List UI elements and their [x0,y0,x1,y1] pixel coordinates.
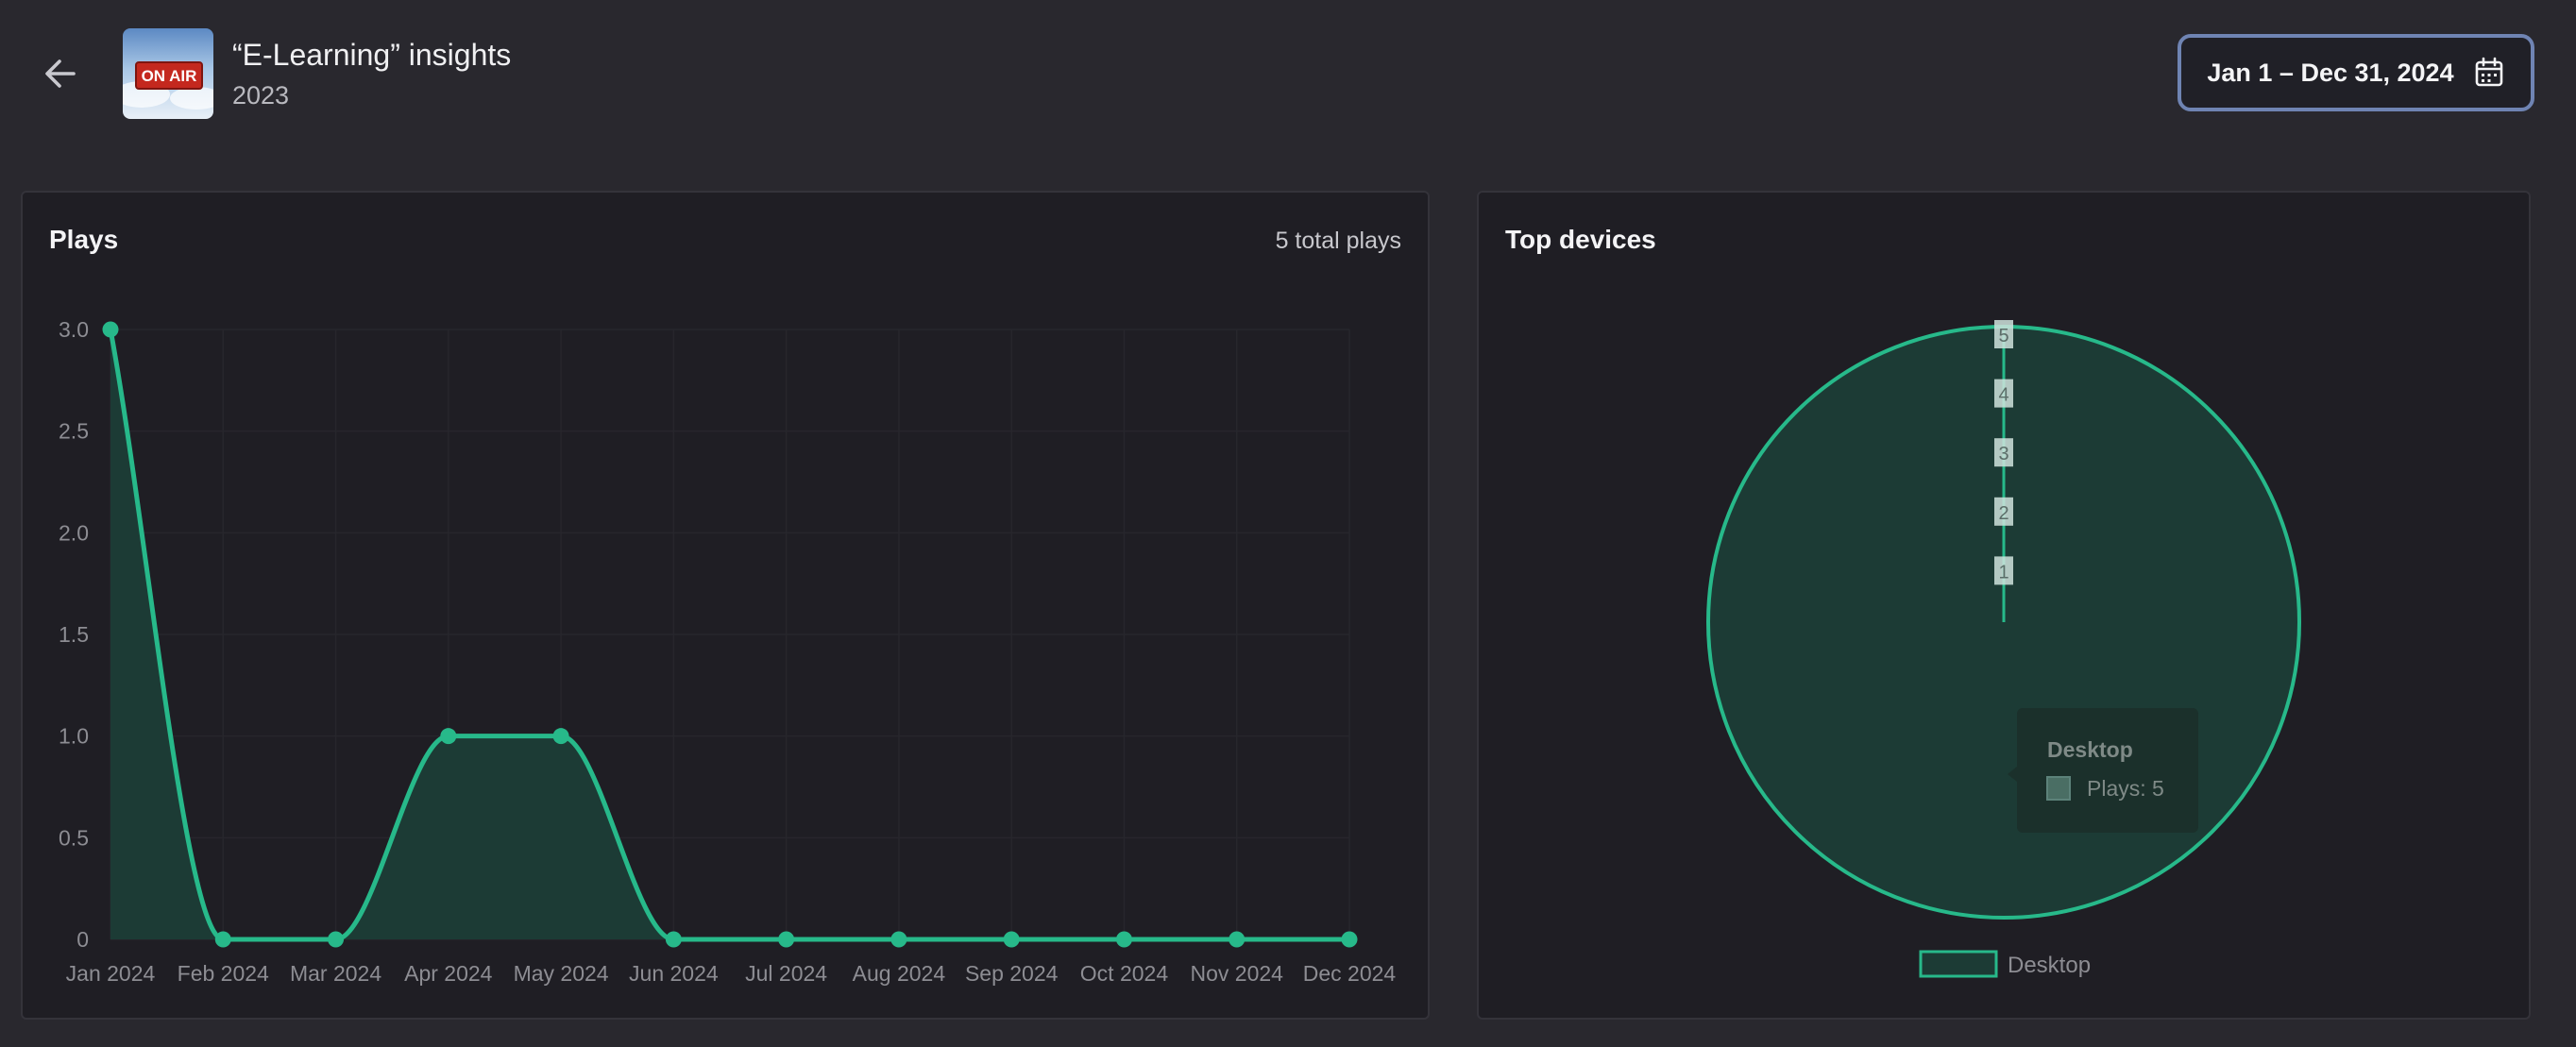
data-point[interactable] [890,931,907,948]
x-tick-label: Jan 2024 [66,961,156,986]
x-tick-label: Feb 2024 [178,961,269,986]
calendar-icon [2475,57,2502,87]
data-point[interactable] [440,728,457,745]
x-tick-label: Mar 2024 [290,961,381,986]
plays-grid [110,329,1350,940]
plays-y-axis: 0 0.5 1.0 1.5 2.0 2.5 3.0 [59,317,89,952]
legend-label[interactable]: Desktop [2008,953,2091,978]
y-tick-label: 0.5 [59,825,89,850]
data-point[interactable] [1229,931,1246,948]
devices-panel: Top devices 12345 Desktop Plays: 5 Deskt… [1477,191,2531,1020]
devices-chart: 1 2 3 4 5 Desktop Plays: 5 Desktop [1706,320,2301,978]
legend-swatch [1919,950,1998,978]
tooltip-title: Desktop [2047,737,2133,762]
date-range-label: Jan 1 – Dec 31, 2024 [2207,58,2454,87]
x-tick-label: Sep 2024 [965,961,1059,986]
y-tick-label: 2.0 [59,520,89,545]
data-point[interactable] [214,931,231,948]
data-point[interactable] [665,931,682,948]
podcast-thumbnail: ON AIR [123,28,213,119]
thumbnail-text: ON AIR [142,67,197,85]
page-header: ON AIR “E-Learning” insights 2023 Jan 1 … [0,0,2576,151]
x-tick-label: Oct 2024 [1080,961,1169,986]
data-point[interactable] [1341,931,1358,948]
data-point[interactable] [1115,931,1132,948]
x-tick-label: Aug 2024 [853,961,946,986]
plays-chart: 0 0.5 1.0 1.5 2.0 2.5 3.0 Jan 2024 Feb 2024 Mar … [59,317,1397,986]
data-point[interactable] [778,931,795,948]
x-tick-label: Jun 2024 [629,961,719,986]
arrow-left-icon [45,59,76,88]
y-tick-label: 2.5 [59,419,89,444]
pie-slices [1706,325,2301,920]
data-point[interactable] [552,728,569,745]
pie-legend: Desktop [1919,950,2091,978]
y-tick-label: 1.0 [59,724,89,749]
page-subtitle: 2023 [232,81,290,110]
x-tick-label: Dec 2024 [1303,961,1397,986]
x-tick-label: Apr 2024 [404,961,493,986]
x-tick-label: May 2024 [514,961,609,986]
plays-x-axis: Jan 2024 Feb 2024 Mar 2024 Apr 2024 May 2024… [66,961,1397,986]
radial-tick-label: 1 [1998,562,2008,583]
radial-tick-label: 3 [1998,444,2008,464]
tooltip-value: Plays: 5 [2087,776,2164,801]
radial-tick-label: 4 [1998,385,2008,406]
back-button[interactable] [34,47,87,100]
radial-tick-label: 5 [1998,326,2008,346]
data-point[interactable] [328,931,345,948]
y-tick-label: 3.0 [59,317,89,342]
page-title: “E-Learning” insights [232,38,512,72]
date-range-button[interactable]: Jan 1 – Dec 31, 2024 [2178,34,2534,111]
pie-tooltip: Desktop Plays: 5 [2008,708,2198,833]
y-tick-label: 1.5 [59,622,89,647]
radial-tick-label: 2 [1998,503,2008,524]
plays-panel: Plays 5 total plays 0 0.5 1.0 1.5 2.0 2.5 3.0 … [21,191,1430,1020]
x-tick-label: Nov 2024 [1190,961,1283,986]
data-point[interactable] [1003,931,1020,948]
x-tick-label: Jul 2024 [745,961,827,986]
y-tick-label: 0 [76,927,89,952]
data-point[interactable] [102,321,119,338]
